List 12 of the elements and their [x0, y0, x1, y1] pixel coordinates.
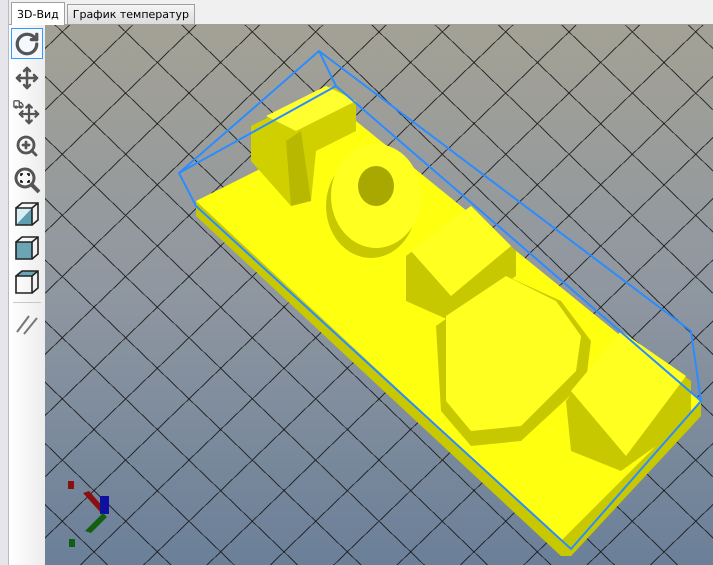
tab[interactable]: 3D-Вид [11, 2, 65, 25]
toolbar-button[interactable] [11, 28, 43, 59]
move-icon [15, 66, 39, 90]
axes-icon [68, 481, 109, 547]
cube-icon [14, 234, 40, 260]
zoom-in-icon [15, 134, 39, 158]
tab[interactable]: График температур [66, 4, 195, 24]
rotate-icon [14, 30, 40, 56]
truck-move-icon [13, 98, 41, 124]
cube-icon [14, 268, 40, 294]
zoom-fit-icon [13, 166, 41, 194]
cube-icon [14, 200, 40, 226]
